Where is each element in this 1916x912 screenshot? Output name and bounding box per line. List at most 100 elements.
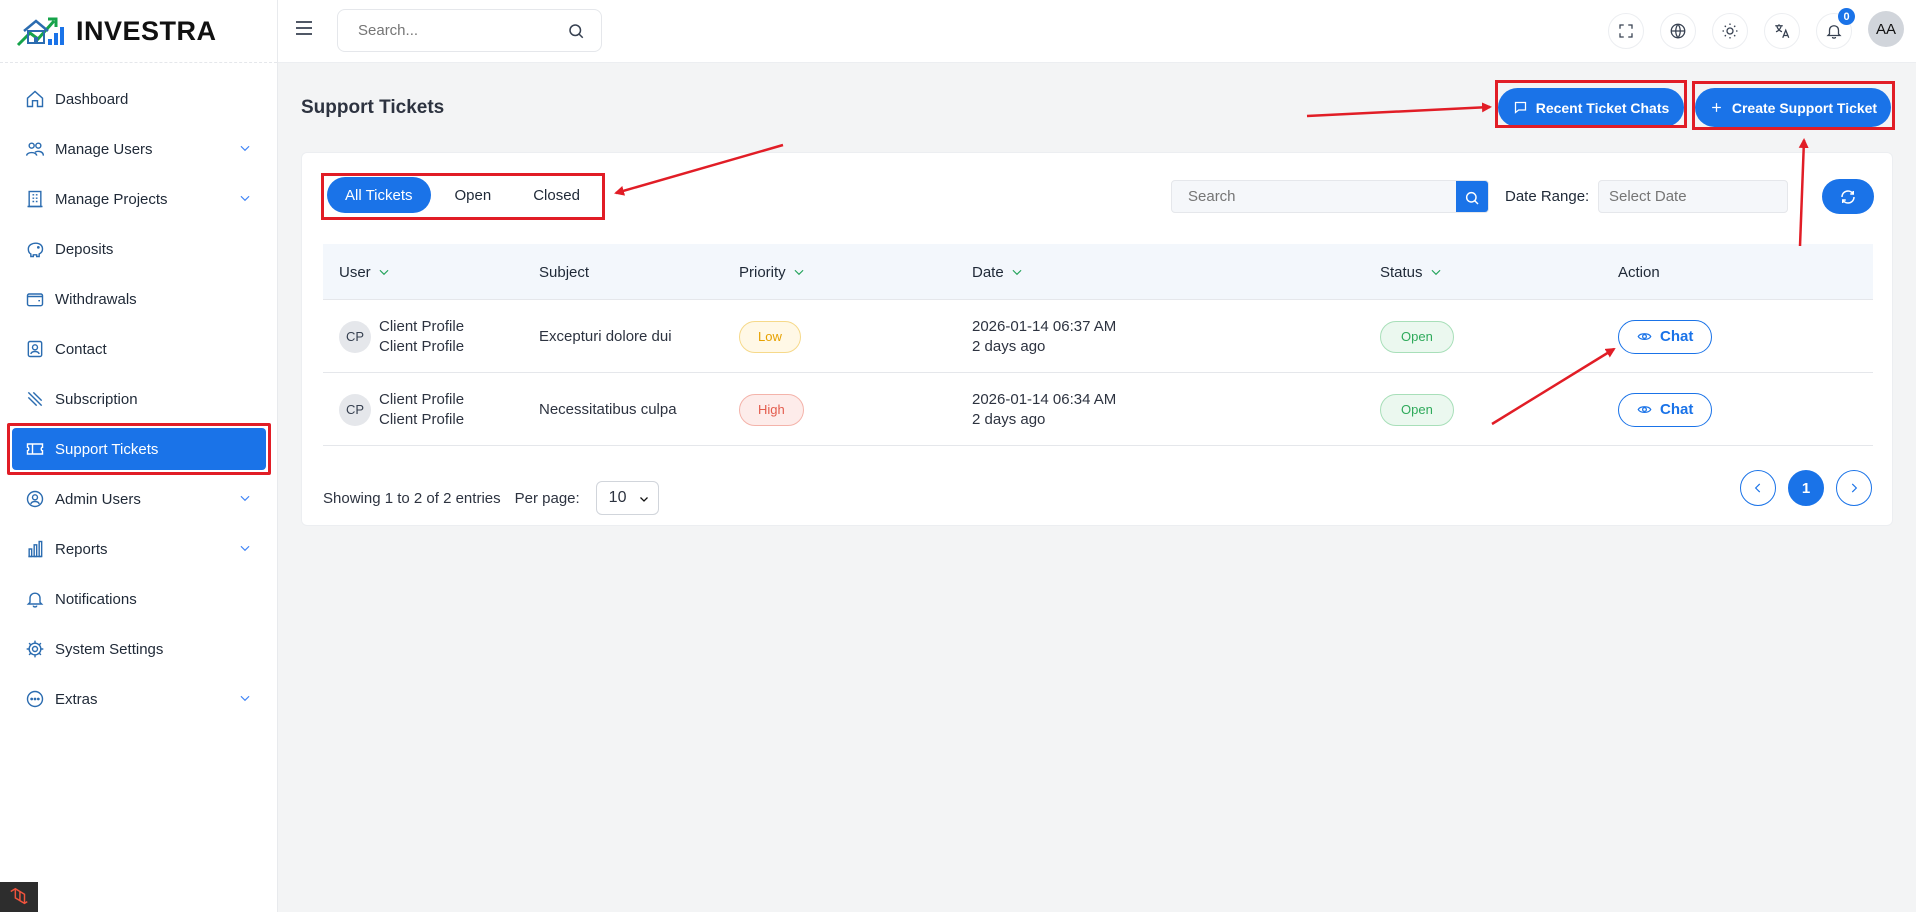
sidebar-item-label: Extras	[55, 690, 98, 708]
search-icon[interactable]	[567, 22, 585, 40]
sidebar-item-deposits[interactable]: Deposits	[12, 228, 266, 270]
column-header-label: User	[339, 263, 371, 281]
refresh-button[interactable]	[1822, 179, 1874, 214]
table-footer: Showing 1 to 2 of 2 entries Per page: 10	[323, 481, 659, 515]
ticket-search	[1171, 180, 1489, 213]
brand-name: INVESTRA	[76, 15, 217, 46]
sidebar-item-support-tickets[interactable]: Support Tickets	[7, 423, 271, 475]
admin-user-icon	[25, 489, 45, 509]
ticket-search-input[interactable]	[1172, 181, 1456, 212]
sort-chevron-icon	[1010, 265, 1024, 279]
sidebar-item-manage-users[interactable]: Manage Users	[12, 128, 266, 170]
status-badge: Open	[1380, 320, 1454, 353]
priority-cell: High	[739, 373, 804, 446]
theme-toggle-button[interactable]	[1712, 13, 1748, 49]
sidebar-item-label: System Settings	[55, 640, 164, 658]
translate-button[interactable]	[1764, 13, 1800, 49]
user-name: Client Profile	[379, 317, 465, 335]
chat-button[interactable]: Chat	[1618, 392, 1713, 427]
sidebar-item-extras[interactable]: Extras	[12, 678, 266, 720]
chevron-right-icon	[1851, 483, 1858, 493]
create-support-ticket-label: Create Support Ticket	[1731, 99, 1878, 116]
chat-button[interactable]: Chat	[1618, 319, 1713, 354]
language-button[interactable]	[1660, 13, 1696, 49]
search-icon	[1465, 191, 1479, 205]
recent-ticket-chats-button[interactable]: Recent Ticket Chats	[1498, 88, 1684, 127]
sort-chevron-icon	[377, 265, 391, 279]
menu-toggle-icon[interactable]	[292, 16, 316, 40]
gear-icon	[25, 639, 45, 659]
page-title: Support Tickets	[301, 97, 445, 118]
sidebar-item-notifications[interactable]: Notifications	[12, 578, 266, 620]
tab-open[interactable]: Open	[437, 177, 510, 213]
tab-all-tickets[interactable]: All Tickets	[327, 177, 431, 213]
sidebar-item-dashboard[interactable]: Dashboard	[12, 78, 266, 120]
ticket-icon	[25, 439, 45, 459]
user-cell: CP Client Profile Client Profile	[339, 373, 464, 446]
action-cell: Chat	[1618, 373, 1713, 446]
recent-ticket-chats-label: Recent Ticket Chats	[1535, 99, 1670, 116]
sidebar-item-system-settings[interactable]: System Settings	[12, 628, 266, 670]
message-icon	[1514, 101, 1526, 114]
sort-chevron-icon	[792, 265, 806, 279]
user-name-secondary: Client Profile	[379, 337, 465, 355]
date-cell: 2026-01-14 06:34 AM 2 days ago	[972, 373, 1116, 446]
tab-closed[interactable]: Closed	[515, 177, 598, 213]
sidebar-item-contact[interactable]: Contact	[12, 328, 266, 370]
column-header-label: Date	[972, 263, 1004, 281]
pagination-page[interactable]: 1	[1788, 470, 1824, 506]
column-header-priority[interactable]: Priority	[739, 244, 806, 300]
per-page-select[interactable]: 10	[595, 481, 659, 515]
chevron-down-icon	[238, 191, 252, 205]
ticket-search-button[interactable]	[1456, 181, 1488, 212]
date-cell: 2026-01-14 06:37 AM 2 days ago	[972, 300, 1116, 373]
pagination-prev[interactable]	[1740, 470, 1776, 506]
column-header-label: Action	[1618, 263, 1660, 281]
sidebar-item-label: Subscription	[55, 390, 138, 408]
date-relative: 2 days ago	[972, 410, 1046, 428]
chevron-down-icon	[639, 497, 648, 502]
sidebar-item-label: Reports	[55, 540, 108, 558]
laravel-debug-badge[interactable]	[0, 882, 38, 912]
tickets-card: All Tickets Open Closed Date Range: User…	[301, 152, 1893, 526]
subscription-icon	[25, 389, 45, 409]
sidebar-item-label: Deposits	[55, 240, 114, 258]
sidebar-item-label: Withdrawals	[55, 290, 137, 308]
brand-logo[interactable]: INVESTRA	[0, 0, 277, 63]
sidebar-item-withdrawals[interactable]: Withdrawals	[12, 278, 266, 320]
table-header: User Subject Priority Date Status Action	[323, 244, 1873, 300]
user-avatar[interactable]: AA	[1868, 11, 1904, 47]
column-header-label: Subject	[539, 263, 590, 281]
global-search-input[interactable]	[358, 22, 558, 39]
create-support-ticket-button[interactable]: Create Support Ticket	[1695, 88, 1891, 127]
bell-icon	[1826, 25, 1842, 39]
eye-icon	[1637, 333, 1652, 340]
user-cell: CP Client Profile Client Profile	[339, 300, 464, 373]
fullscreen-button[interactable]	[1608, 13, 1644, 49]
contact-icon	[25, 339, 45, 359]
chart-bar-icon	[25, 539, 45, 559]
column-header-label: Priority	[739, 263, 786, 281]
column-header-date[interactable]: Date	[972, 244, 1024, 300]
chevron-left-icon	[1754, 483, 1761, 493]
fullscreen-icon	[1619, 24, 1633, 38]
pagination: 1	[1740, 470, 1872, 506]
sidebar-item-admin-users[interactable]: Admin Users	[12, 478, 266, 520]
ticket-filter-tabs: All Tickets Open Closed	[327, 177, 598, 213]
column-header-status[interactable]: Status	[1380, 244, 1443, 300]
sidebar-item-label: Manage Projects	[55, 190, 168, 208]
per-page-value: 10	[608, 489, 627, 506]
sidebar-item-reports[interactable]: Reports	[12, 528, 266, 570]
chevron-down-icon	[238, 691, 252, 705]
pagination-next[interactable]	[1836, 470, 1872, 506]
sidebar-item-subscription[interactable]: Subscription	[12, 378, 266, 420]
date-range-input[interactable]	[1598, 180, 1788, 213]
notifications-button[interactable]: 0	[1816, 8, 1855, 49]
priority-badge: Low	[739, 320, 801, 353]
notification-count-badge: 0	[1838, 8, 1855, 25]
column-header-user[interactable]: User	[339, 244, 391, 300]
piggy-bank-icon	[25, 239, 45, 259]
sidebar-item-label: Dashboard	[55, 90, 129, 108]
priority-cell: Low	[739, 300, 801, 373]
sidebar-item-manage-projects[interactable]: Manage Projects	[12, 178, 266, 220]
